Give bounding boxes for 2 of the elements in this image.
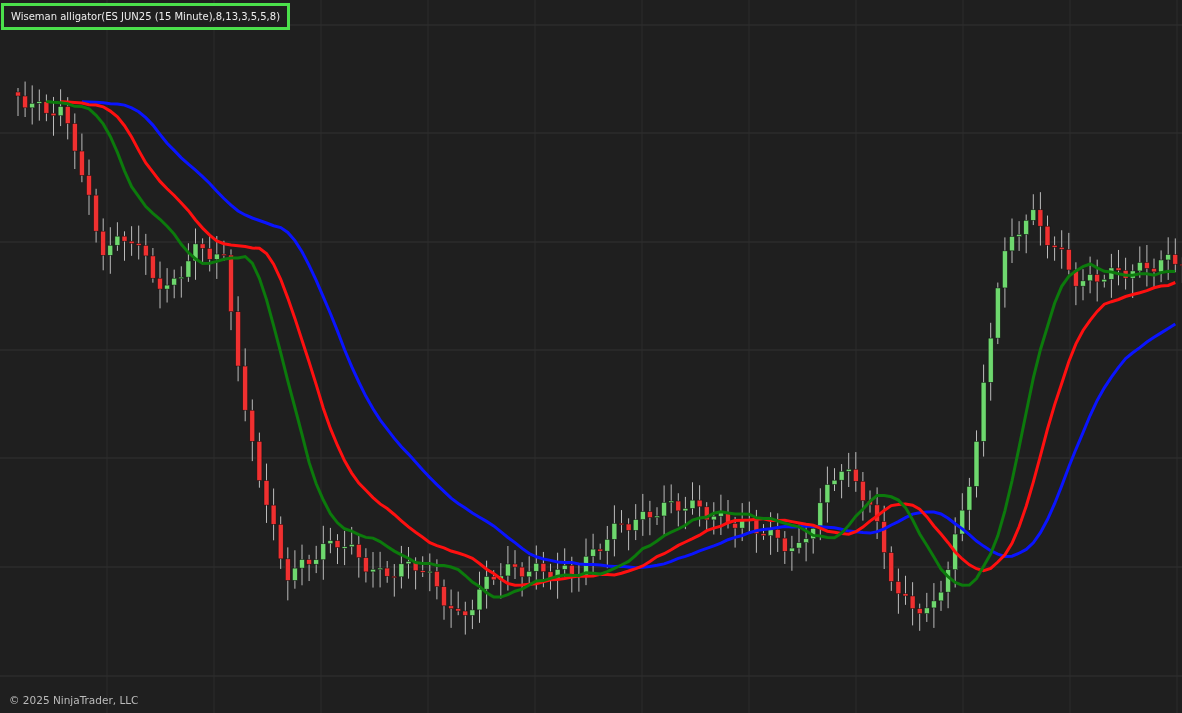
copyright-text: © 2025 NinjaTrader, LLC: [9, 694, 139, 706]
indicator-label: Wiseman alligator(ES JUN25 (15 Minute),8,13,3,5,5,8): [1, 3, 291, 30]
